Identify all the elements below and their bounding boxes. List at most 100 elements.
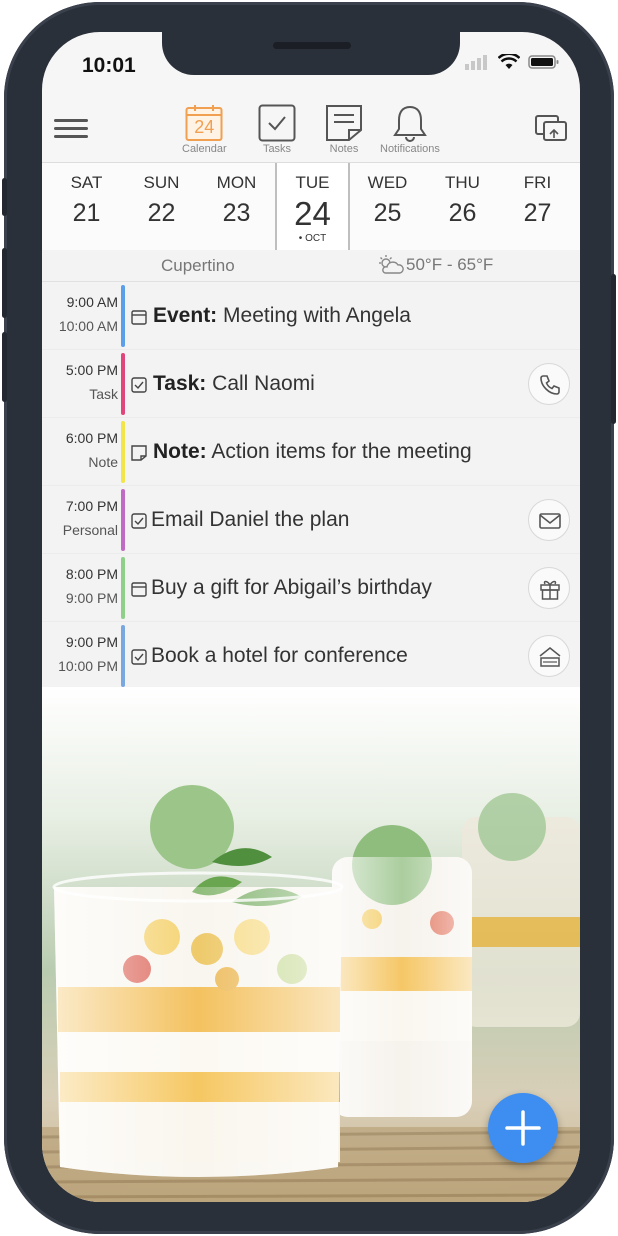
item-text: Action items for the meeting [211, 440, 472, 463]
email-button[interactable] [528, 499, 570, 541]
day-sat[interactable]: SAT 21 [49, 163, 124, 228]
item-end-time: 10:00 PM [58, 658, 118, 674]
volume-up-button [2, 248, 7, 318]
sync-devices-icon [535, 115, 567, 141]
note-small-icon [131, 445, 147, 461]
wifi-icon [498, 54, 520, 69]
add-button[interactable] [488, 1093, 558, 1163]
day-sun[interactable]: SUN 22 [124, 163, 199, 228]
calendar-icon: 24 [185, 104, 223, 142]
city-label: Cupertino [161, 256, 235, 275]
item-text: Meeting with Angela [223, 304, 411, 327]
calendar-small-icon [131, 582, 147, 597]
partly-cloudy-icon [379, 255, 404, 274]
item-title: Note: Action items for the meeting [153, 440, 472, 464]
category-color-bar [121, 489, 125, 551]
sync-button[interactable] [534, 112, 570, 146]
day-name: THU [445, 173, 480, 192]
item-title: Task: Call Naomi [153, 372, 315, 396]
agenda-item[interactable]: 6:00 PM Note Note: Action items for the … [42, 418, 580, 486]
hamburger-icon [54, 119, 88, 122]
tab-calendar-label: Calendar [182, 143, 227, 155]
mail-icon [539, 513, 561, 529]
item-title: Buy a gift for Abigail’s birthday [151, 576, 432, 600]
day-date: 22 [147, 199, 176, 227]
agenda-item[interactable]: 8:00 PM 9:00 PM Buy a gift for Abigail’s… [42, 554, 580, 622]
gift-button[interactable] [528, 567, 570, 609]
item-text: Book a hotel for conference [151, 644, 408, 667]
item-text: Email Daniel the plan [151, 508, 350, 531]
item-times: 5:00 PM Task [42, 358, 118, 406]
speaker [273, 42, 351, 49]
item-times: 9:00 PM 10:00 PM [42, 630, 118, 678]
tab-tasks-label: Tasks [262, 143, 292, 155]
power-button [611, 274, 616, 424]
battery-icon [528, 55, 559, 69]
phone-frame: 10:01 24 Calendar Tasks Notes Notificati… [2, 2, 616, 1234]
day-name: MON [216, 173, 257, 192]
item-title: Email Daniel the plan [151, 508, 349, 532]
volume-down-button [2, 332, 7, 402]
item-start-time: 9:00 AM [66, 294, 118, 310]
item-times: 7:00 PM Personal [42, 494, 118, 542]
day-thu[interactable]: THU 26 [425, 163, 500, 228]
notch [162, 32, 460, 75]
checkbox-icon[interactable] [131, 649, 147, 665]
day-name: SUN [143, 173, 180, 192]
tab-notes[interactable]: Notes [325, 104, 363, 155]
item-category: Note [88, 454, 118, 470]
day-name: TUE [295, 173, 330, 192]
mute-switch [2, 178, 7, 216]
day-mon[interactable]: MON 23 [199, 163, 274, 228]
item-category: Task [89, 386, 118, 402]
item-start-time: 6:00 PM [65, 430, 118, 446]
agenda-item[interactable]: 9:00 AM 10:00 AM Event: Meeting with Ang… [42, 282, 580, 350]
checkbox-icon[interactable] [131, 513, 147, 529]
tab-tasks[interactable]: Tasks [258, 104, 296, 155]
agenda-item[interactable]: 7:00 PM Personal Email Daniel the plan [42, 486, 580, 554]
day-date: 24 [294, 195, 331, 232]
day-name: FRI [523, 173, 552, 192]
category-color-bar [121, 557, 125, 619]
calendar-icon-date: 24 [194, 117, 215, 137]
category-color-bar [121, 421, 125, 483]
item-kind: Task: [153, 372, 207, 395]
item-end-time: 9:00 PM [65, 590, 118, 606]
tab-notes-label: Notes [329, 143, 359, 155]
tab-calendar[interactable]: 24 Calendar [182, 104, 227, 155]
status-icons [464, 54, 560, 70]
tasks-icon [258, 104, 296, 142]
gift-icon [540, 580, 560, 600]
day-name: WED [367, 173, 408, 192]
day-date: 26 [448, 199, 477, 227]
item-start-time: 8:00 PM [65, 566, 118, 582]
weather: 50°F - 65°F [376, 254, 493, 276]
category-color-bar [121, 285, 125, 347]
item-times: 9:00 AM 10:00 AM [42, 290, 118, 338]
tab-notifications[interactable]: Notifications [380, 104, 440, 155]
bell-icon [391, 104, 429, 142]
day-date: 27 [523, 199, 552, 227]
checkbox-icon[interactable] [131, 377, 147, 393]
day-wed[interactable]: WED 25 [350, 163, 425, 228]
plus-icon [505, 1110, 541, 1146]
app-screen: 10:01 24 Calendar Tasks Notes Notificati… [42, 32, 580, 1202]
category-color-bar [121, 353, 125, 415]
agenda-list: 9:00 AM 10:00 AM Event: Meeting with Ang… [42, 282, 580, 690]
toolbar: 24 Calendar Tasks Notes Notifications [42, 100, 580, 162]
category-color-bar [121, 625, 125, 687]
item-kind: Note: [153, 440, 207, 463]
day-fri[interactable]: FRI 27 [500, 163, 575, 228]
notes-icon [325, 104, 363, 142]
agenda-item[interactable]: 9:00 PM 10:00 PM Book a hotel for confer… [42, 622, 580, 690]
item-start-time: 9:00 PM [65, 634, 118, 650]
item-start-time: 7:00 PM [65, 498, 118, 514]
menu-button[interactable] [54, 114, 88, 144]
agenda-item[interactable]: 5:00 PM Task Task: Call Naomi [42, 350, 580, 418]
weather-range: 50°F - 65°F [406, 255, 494, 274]
week-strip: SAT 21 SUN 22 MON 23 TUE 24 • OCT WED 25 [42, 162, 580, 265]
hotel-button[interactable] [528, 635, 570, 677]
day-date: 23 [222, 199, 251, 227]
call-button[interactable] [528, 363, 570, 405]
info-bar: Cupertino 50°F - 65°F [42, 250, 580, 282]
